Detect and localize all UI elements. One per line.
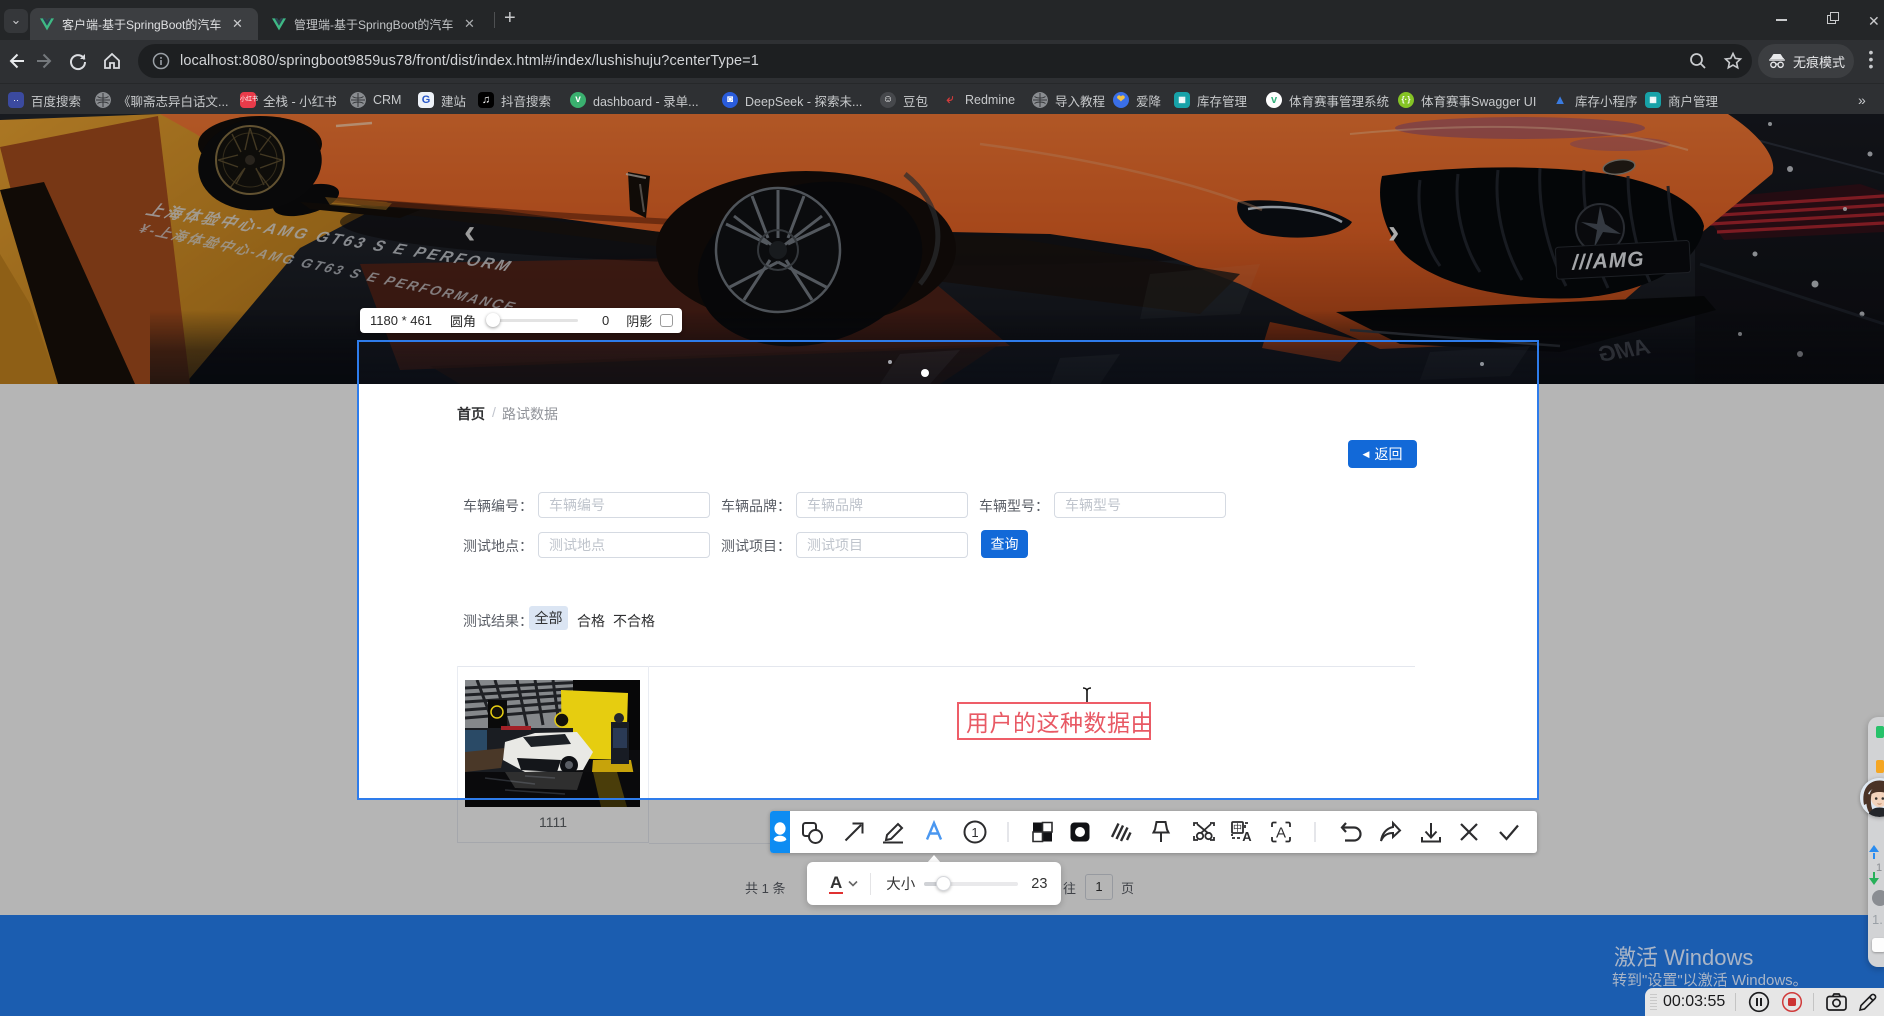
svg-text:1: 1: [971, 825, 978, 840]
svg-text:A: A: [1242, 829, 1252, 844]
svg-text:中: 中: [1233, 822, 1242, 833]
svg-text:A: A: [1276, 825, 1286, 842]
